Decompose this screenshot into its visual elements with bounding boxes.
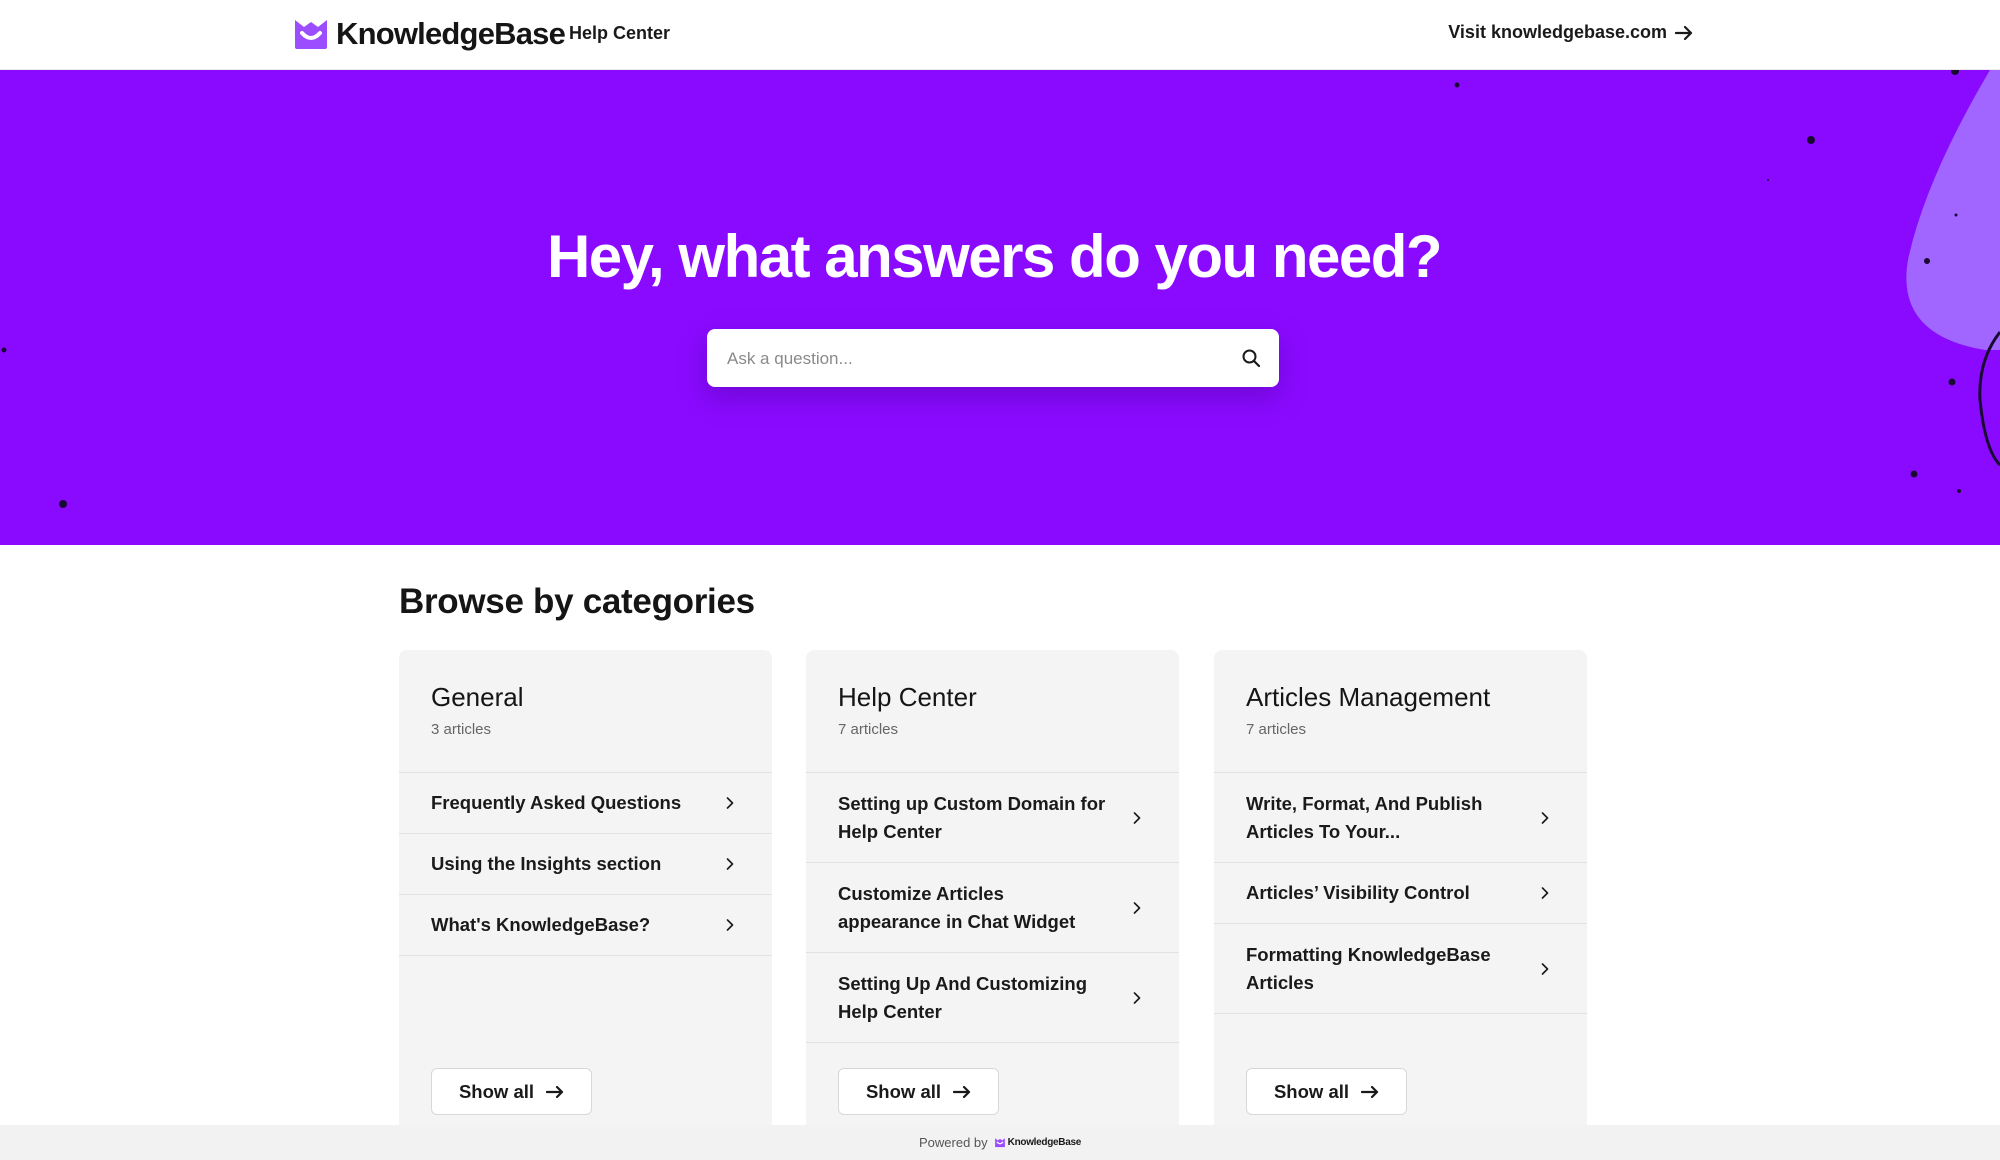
article-item[interactable]: What's KnowledgeBase? [399,895,772,956]
section-title: Browse by categories [399,582,755,621]
chevron-right-icon [726,919,734,931]
search-input[interactable] [725,329,1209,389]
footer-brand-name: KnowledgeBase [1007,1137,1082,1148]
footer-bar: Powered by KnowledgeBase [0,1125,2000,1160]
category-card-help-center: Help Center 7 articles Setting up Custom… [806,650,1179,1130]
article-count: 7 articles [838,721,899,738]
show-all-button[interactable]: Show all [431,1068,592,1115]
footer-brand-logo[interactable]: KnowledgeBase [994,1137,1081,1148]
article-list: Setting up Custom Domain for Help Center… [806,772,1179,1043]
article-title: Formatting KnowledgeBase Articles [1246,943,1491,993]
article-title: Setting Up And Customizing Help Center [838,972,1088,1022]
article-item[interactable]: Frequently Asked Questions [399,773,772,834]
article-item[interactable]: Formatting KnowledgeBase Articles [1214,924,1587,1014]
logo-mark-icon [994,1138,1005,1148]
chevron-right-icon [726,797,734,809]
hero-banner: Hey, what answers do you need? [0,70,2000,545]
category-title[interactable]: Help Center [838,682,977,713]
hero-decoration [1,70,2000,508]
article-list: Write, Format, And Publish Articles To Y… [1214,772,1587,1014]
article-item[interactable]: Articles’ Visibility Control [1214,863,1587,924]
show-all-label: Show all [1273,1080,1350,1102]
brand-logo[interactable]: KnowledgeBase [292,16,566,52]
visit-link-label: Visit knowledgebase.com [1448,22,1667,42]
article-title: Using the Insights section [431,853,662,874]
article-title: Frequently Asked Questions [431,792,682,813]
article-item[interactable]: Using the Insights section [399,834,772,895]
chevron-right-icon [726,858,734,870]
search-box[interactable] [707,329,1279,389]
show-all-button[interactable]: Show all [1246,1068,1407,1115]
article-title: Setting up Custom Domain for Help Center [838,792,1106,842]
article-item[interactable]: Customize Articles appearance in Chat Wi… [806,863,1179,953]
arrow-right-icon [546,1085,564,1098]
category-title[interactable]: General [431,682,524,713]
brand-name: KnowledgeBase [336,16,566,51]
chevron-right-icon [1133,991,1141,1004]
chevron-right-icon [1133,901,1141,914]
category-card-general: General 3 articles Frequently Asked Ques… [399,650,772,1130]
article-item[interactable]: Setting up Custom Domain for Help Center [806,773,1179,863]
chevron-right-icon [1133,811,1141,824]
article-title: Articles’ Visibility Control [1246,882,1470,903]
visit-site-link[interactable]: Visit knowledgebase.com [1448,22,1693,43]
article-title: Customize Articles appearance in Chat Wi… [838,882,1076,932]
show-all-label: Show all [458,1080,535,1102]
search-icon[interactable] [1241,348,1261,368]
article-list: Frequently Asked Questions Using the Ins… [399,772,772,956]
article-count: 3 articles [431,721,492,738]
article-item[interactable]: Write, Format, And Publish Articles To Y… [1214,773,1587,863]
arrow-right-icon [953,1085,971,1098]
hero-title: Hey, what answers do you need? [546,223,1443,290]
article-title: Write, Format, And Publish Articles To Y… [1246,792,1483,842]
chevron-right-icon [1541,811,1549,824]
arrow-right-icon [1361,1085,1379,1098]
section-label[interactable]: Help Center [569,23,670,44]
show-all-button[interactable]: Show all [838,1068,999,1115]
arrow-right-icon [1675,25,1693,40]
article-item[interactable]: Setting Up And Customizing Help Center [806,953,1179,1043]
category-card-articles-management: Articles Management 7 articles Write, Fo… [1214,650,1587,1130]
category-title[interactable]: Articles Management [1246,682,1490,713]
top-header: KnowledgeBase Help Center Visit knowledg… [0,0,2000,70]
show-all-label: Show all [865,1080,942,1102]
powered-by-label: Powered by [919,1135,988,1150]
chevron-right-icon [1541,887,1549,899]
article-title: What's KnowledgeBase? [431,914,651,935]
article-count: 7 articles [1246,721,1307,738]
chevron-right-icon [1541,962,1549,975]
logo-mark-icon [295,20,327,49]
